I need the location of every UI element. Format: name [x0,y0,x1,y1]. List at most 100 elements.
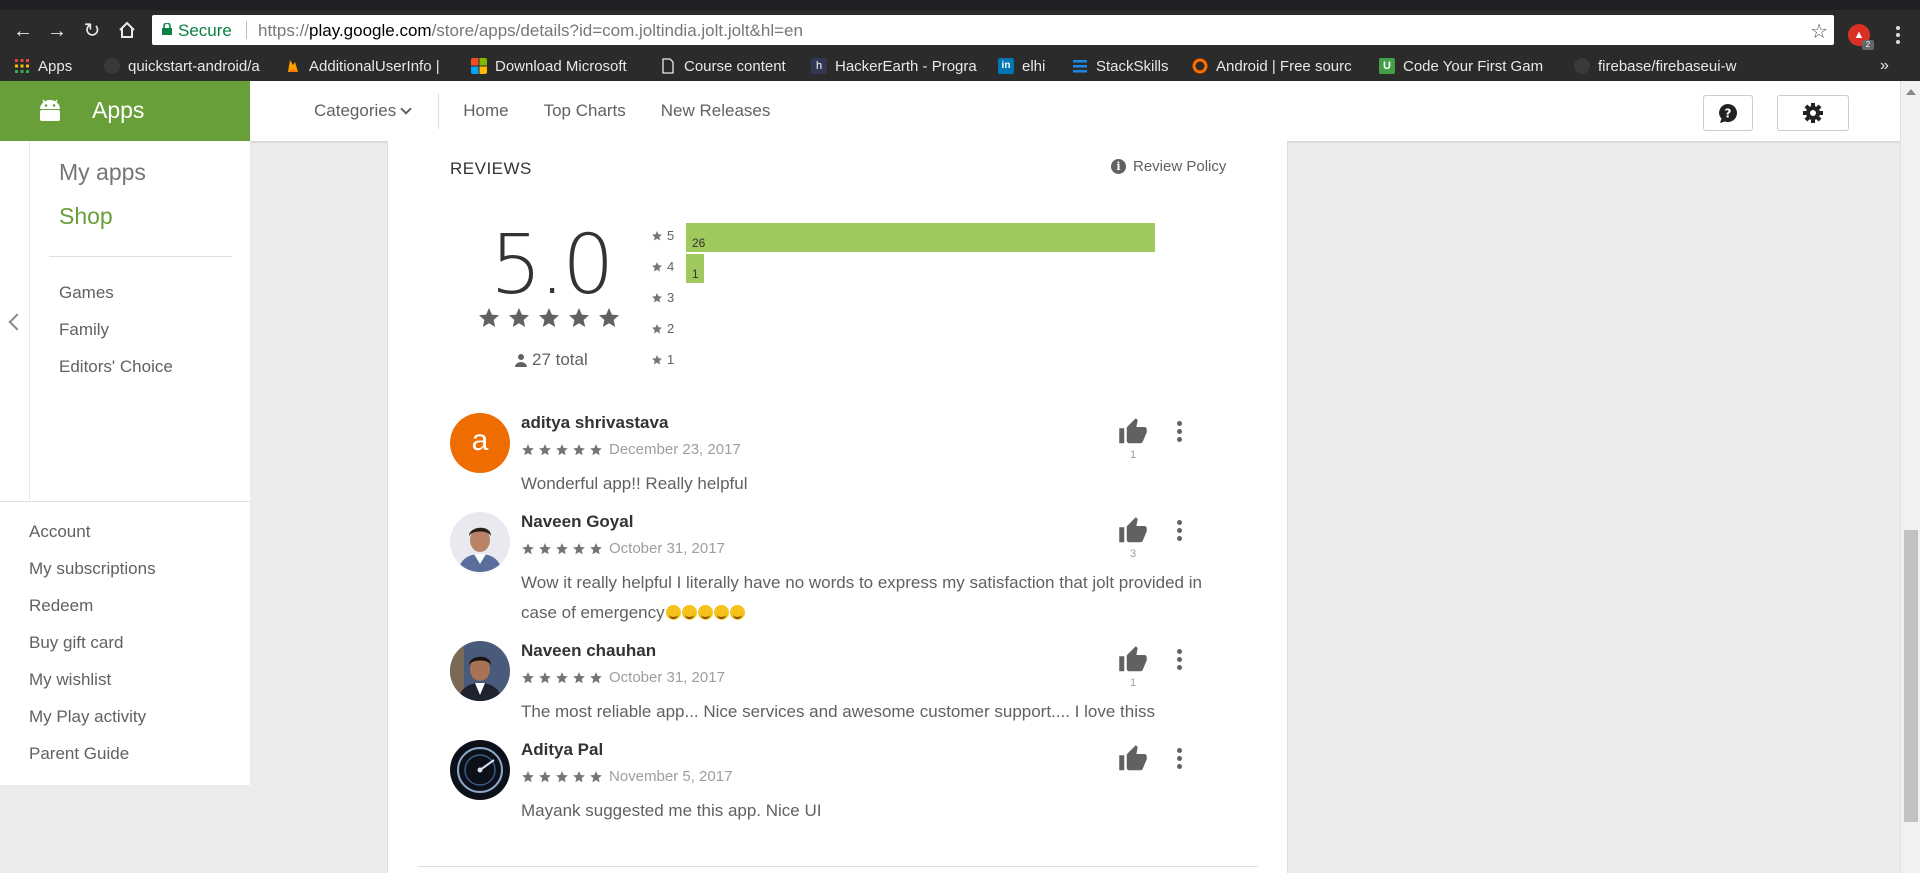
avatar[interactable] [450,641,510,701]
star-icon [652,261,662,271]
review-policy-link[interactable]: i Review Policy [1111,158,1226,175]
histogram-row-2: 2 [651,316,1211,342]
reviewer-name[interactable]: aditya shrivastava [521,413,668,433]
review-stars [521,542,603,556]
nav-parent-guide[interactable]: Parent Guide [29,744,129,764]
smile-emoji-icon [681,605,697,620]
bookmark-quickstart-android[interactable]: quickstart-android/a [104,51,270,81]
nav-top-charts[interactable]: Top Charts [544,101,626,121]
bookmark-course-content[interactable]: Course content [660,51,800,81]
nav-redeem[interactable]: Redeem [29,596,93,616]
nav-shop[interactable]: Shop [59,203,113,230]
more-options-icon[interactable] [1175,748,1183,772]
more-options-icon[interactable] [1175,520,1183,544]
extension-badge: 2 [1862,40,1874,50]
bookmarks-overflow-icon[interactable]: » [1880,51,1889,81]
avatar[interactable] [450,512,510,572]
page-scrollbar[interactable] [1900,81,1920,873]
nav-buy-gift-card[interactable]: Buy gift card [29,633,124,653]
home-icon[interactable] [116,20,138,42]
nav-family[interactable]: Family [59,320,109,340]
lock-icon [162,23,172,35]
star-icon [539,443,551,455]
histogram-label: 1 [651,352,681,367]
url-text[interactable]: https://play.google.com/store/apps/detai… [258,21,803,41]
thumbs-up-icon[interactable] [1118,516,1148,546]
more-options-icon[interactable] [1175,421,1183,445]
thumbs-up-icon[interactable] [1118,645,1148,675]
star-icon [522,770,534,782]
bookmark-android-source[interactable]: Android | Free sourc [1192,51,1360,81]
nav-my-wishlist[interactable]: My wishlist [29,670,111,690]
nav-account[interactable]: Account [29,522,90,542]
reviewer-name[interactable]: Naveen chauhan [521,641,656,661]
bookmark-download-microsoft[interactable]: Download Microsoft [471,51,643,81]
histogram-bar-4: 1 [686,254,704,283]
more-options-icon[interactable] [1175,649,1183,673]
like-count: 3 [1129,548,1137,560]
nav-divider [0,501,250,502]
bookmark-hackerearth[interactable]: h HackerEarth - Progra [811,51,981,81]
reload-icon[interactable]: ↻ [81,20,103,42]
settings-button[interactable] [1777,95,1849,131]
star-icon [652,292,662,302]
scroll-up-icon[interactable] [1906,89,1916,95]
person-icon [515,354,527,367]
scrollbar-thumb[interactable] [1904,530,1918,822]
window-frame [0,0,1920,10]
star-icon [522,443,534,455]
reviewer-name[interactable]: Naveen Goyal [521,512,633,532]
bookmark-star-icon[interactable]: ☆ [1810,19,1828,44]
bookmark-apps[interactable]: Apps [14,51,72,81]
smile-emoji-icon [729,605,745,620]
nav-my-play-activity[interactable]: My Play activity [29,707,146,727]
avatar[interactable] [450,740,510,800]
reviews-card: REVIEWS i Review Policy 5.0 27 total 5 2… [387,141,1288,873]
review-item: Aditya Pal November 5, 2017 Mayank sugge… [450,740,1250,832]
chevron-left-icon[interactable] [8,313,26,331]
linkedin-icon: in [998,58,1014,74]
rating-stars [477,306,621,330]
bookmark-code-first-game[interactable]: U Code Your First Gam [1379,51,1551,81]
star-icon [590,542,602,554]
nav-games[interactable]: Games [59,283,114,303]
star-icon [599,308,619,327]
nav-divider [438,93,440,129]
histogram-row-1: 1 [651,347,1211,373]
section-divider [418,866,1258,867]
review-meta: October 31, 2017 [521,669,725,686]
address-bar[interactable]: Secure https://play.google.com/store/app… [152,15,1834,45]
browser-menu-icon[interactable] [1895,24,1901,46]
star-icon [652,354,662,364]
reviewer-name[interactable]: Aditya Pal [521,740,603,760]
star-icon [652,323,662,333]
bookmark-elhi[interactable]: in elhi [998,51,1058,81]
thumbs-up-icon[interactable] [1118,417,1148,447]
bookmark-additionaluserinfo[interactable]: AdditionalUserInfo | [285,51,457,81]
star-icon [556,542,568,554]
review-meta: December 23, 2017 [521,441,741,458]
categories-dropdown[interactable]: Categories [314,101,438,121]
apps-home-link[interactable]: Apps [0,81,250,141]
thumbs-up-icon[interactable] [1118,744,1148,774]
nav-collapse-strip[interactable] [0,141,30,501]
bookmark-firebaseui[interactable]: firebase/firebaseui-w [1574,51,1740,81]
histogram-count: 26 [692,236,706,250]
back-icon[interactable]: ← [12,20,34,42]
forward-icon[interactable]: → [46,20,68,42]
nav-editors-choice[interactable]: Editors' Choice [59,357,173,377]
secure-label: Secure [178,21,232,40]
help-button[interactable]: ? [1703,95,1753,131]
play-header: Apps Categories Home Top Charts New Rele… [0,81,1900,141]
star-icon [652,230,662,240]
bookmark-stackskills[interactable]: StackSkills [1072,51,1178,81]
github-icon [1574,58,1590,74]
nav-new-releases[interactable]: New Releases [661,101,771,121]
top-nav: Categories Home Top Charts New Releases [314,81,805,141]
total-ratings: 27 total [514,350,588,370]
nav-my-subscriptions[interactable]: My subscriptions [29,559,156,579]
nav-home[interactable]: Home [463,101,508,121]
nav-my-apps[interactable]: My apps [59,159,146,186]
smile-emoji-icon [697,605,713,620]
avatar[interactable]: a [450,413,510,473]
